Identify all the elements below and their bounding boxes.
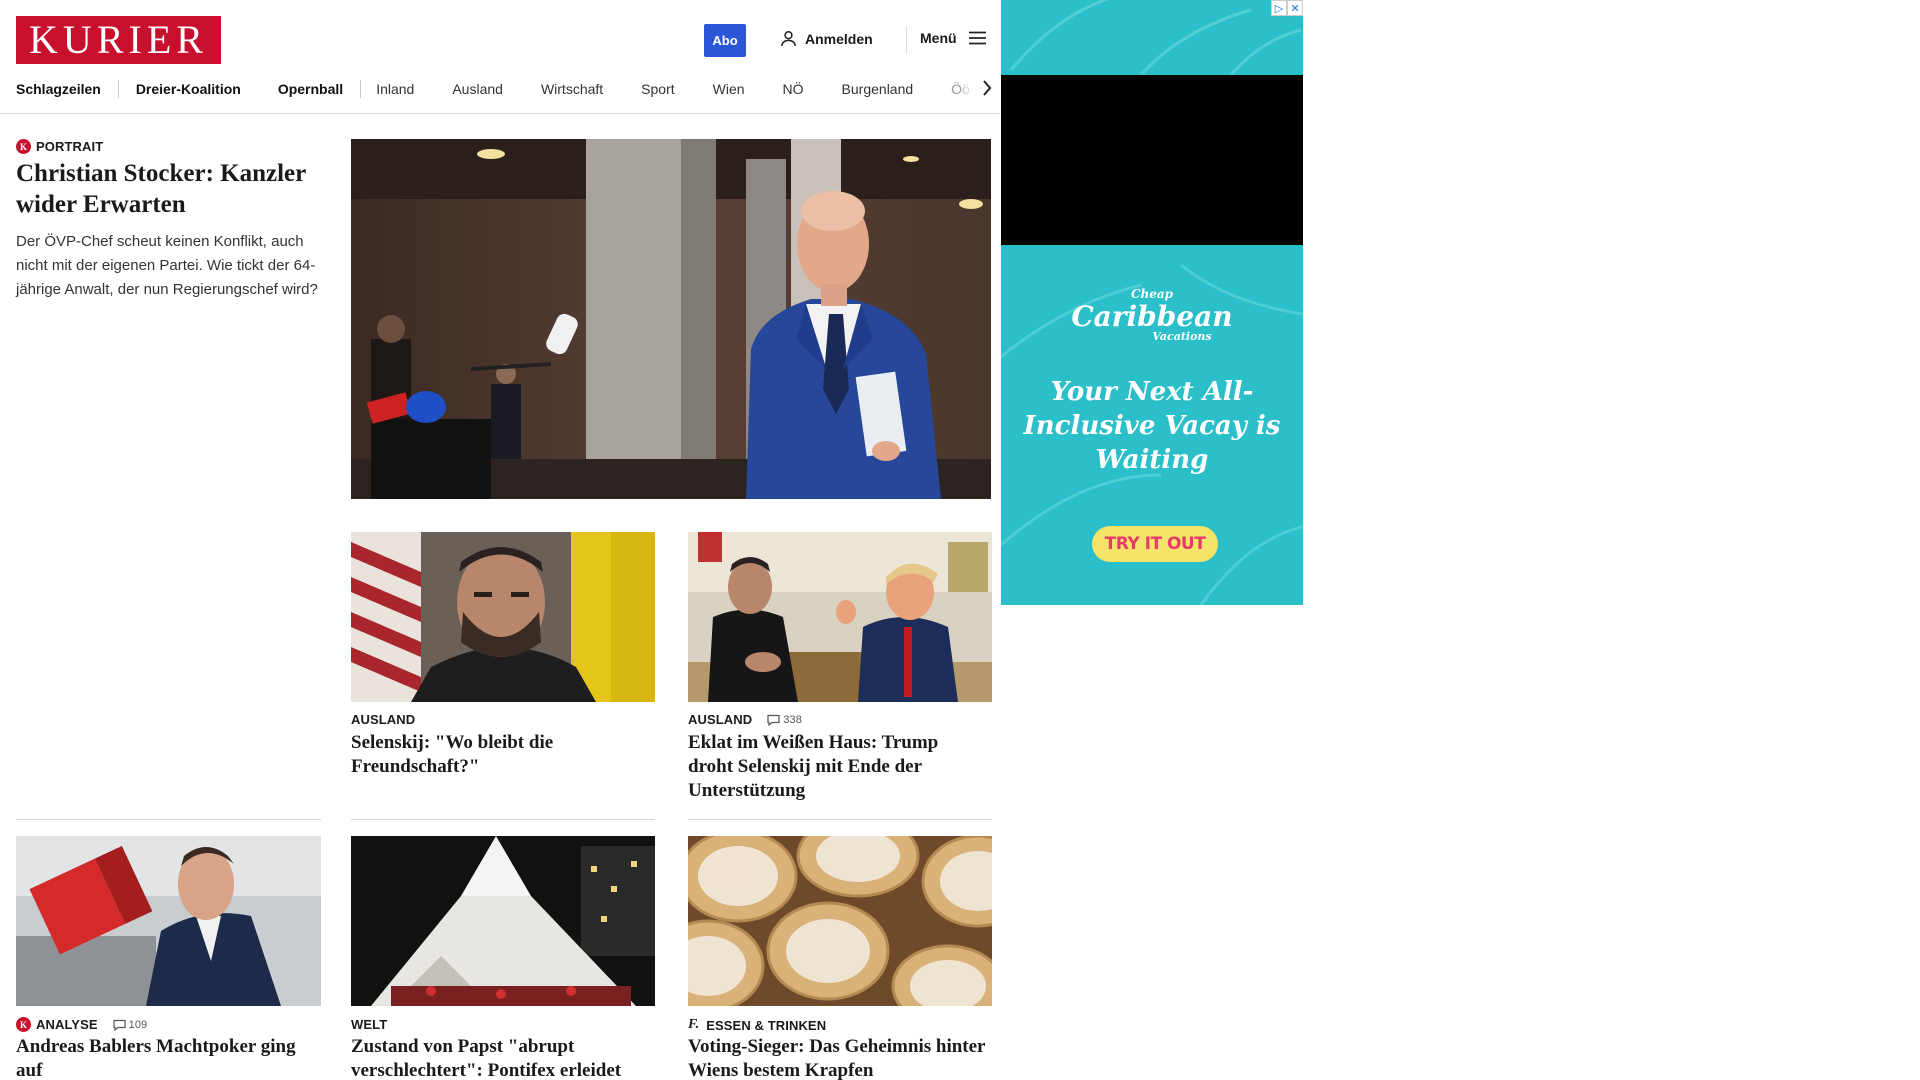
card-headline-1[interactable]: Eklat im Weißen Haus: Trump droht Selens… <box>688 731 988 803</box>
card-category: AUSLAND <box>351 712 416 727</box>
close-icon[interactable]: ✕ <box>1287 0 1303 16</box>
krapfen-photo <box>688 836 992 1006</box>
ad-cta-button[interactable]: TRY IT OUT <box>1092 526 1218 562</box>
abo-button[interactable]: Abo <box>704 24 746 57</box>
card-headline-2[interactable]: Andreas Bablers Machtpoker ging auf <box>16 1035 321 1080</box>
ad-controls: ▷ ✕ <box>1271 0 1303 16</box>
menu-label: Menü <box>920 30 957 46</box>
papst-vigil-photo <box>351 836 655 1006</box>
kurier-logo[interactable]: KURIER <box>16 16 221 64</box>
card-category: ESSEN & TRINKEN <box>706 1017 827 1033</box>
divider <box>351 819 655 820</box>
divider <box>688 819 992 820</box>
nav-item-sport[interactable]: Sport <box>641 81 674 97</box>
selenskij-photo <box>351 532 655 702</box>
login-label: Anmelden <box>805 30 873 47</box>
card-headline-3[interactable]: Zustand von Papst "abrupt verschlechtert… <box>351 1035 651 1080</box>
lead-teaser: Der ÖVP-Chef scheut keinen Konflikt, auc… <box>16 233 318 298</box>
ad-headline: Your Next All-Inclusive Vacay is Waiting <box>1023 377 1281 475</box>
adchoices-icon[interactable]: ▷ <box>1271 0 1287 16</box>
advertisement[interactable]: ▷ ✕ Cheap Caribbean Vacations Your Next … <box>1001 0 1303 605</box>
card-kicker-2[interactable]: K ANALYSE 109 <box>16 1017 147 1032</box>
nav-item-wien[interactable]: Wien <box>713 81 745 97</box>
comment-icon <box>113 1019 126 1031</box>
card-category: AUSLAND <box>688 712 753 727</box>
lead-image[interactable] <box>351 139 991 499</box>
lead-category: PORTRAIT <box>36 139 104 154</box>
site-header: KURIER Abo Anmelden Menü Schlagzeilen Dr… <box>0 0 1000 114</box>
nav-item-noe[interactable]: NÖ <box>783 81 804 97</box>
genuss-badge: f. <box>688 1017 700 1032</box>
menu-button[interactable]: Menü <box>920 30 986 46</box>
card-image-krapfen[interactable] <box>688 836 992 1006</box>
comment-count[interactable]: 338 <box>767 714 802 726</box>
chevron-right-icon <box>983 80 992 96</box>
nav-item-burgenland[interactable]: Burgenland <box>842 81 914 97</box>
card-category: WELT <box>351 1017 388 1032</box>
ad-brand-top: Cheap <box>1130 287 1174 301</box>
user-icon <box>781 31 796 47</box>
card-kicker-3[interactable]: WELT <box>351 1017 387 1032</box>
card-kicker-1[interactable]: AUSLAND 338 <box>688 712 802 727</box>
ad-video-area[interactable] <box>1001 75 1303 245</box>
ad-creative[interactable]: Cheap Caribbean Vacations Your Next All-… <box>1001 245 1303 605</box>
nav-item-schlagzeilen[interactable]: Schlagzeilen <box>16 81 101 97</box>
card-image-oval-office[interactable] <box>688 532 992 702</box>
oval-office-photo <box>688 532 992 702</box>
card-image-babler[interactable] <box>16 836 321 1006</box>
nav-item-opernball[interactable]: Opernball <box>278 81 343 97</box>
lead-headline[interactable]: Christian Stocker: Kanzler wider Erwarte… <box>16 158 316 220</box>
hamburger-icon <box>968 31 986 45</box>
nav-divider <box>360 80 362 98</box>
card-headline-0[interactable]: Selenskij: "Wo bleibt die Freundschaft?" <box>351 731 651 779</box>
card-kicker-0[interactable]: AUSLAND <box>351 712 415 727</box>
card-image-selenskij[interactable] <box>351 532 655 702</box>
ad-brand-sub: Vacations <box>1152 330 1212 343</box>
card-category: ANALYSE <box>36 1017 98 1032</box>
lead-kicker[interactable]: K PORTRAIT <box>16 139 103 154</box>
section-nav: Schlagzeilen Dreier-Koalition Opernball … <box>16 78 980 100</box>
card-kicker-4[interactable]: f. ESSEN & TRINKEN <box>688 1017 826 1033</box>
card-image-papst[interactable] <box>351 836 655 1006</box>
nav-item-wirtschaft[interactable]: Wirtschaft <box>541 81 603 97</box>
comment-count-value: 109 <box>128 1018 148 1031</box>
ad-brand-main: Caribbean <box>1071 300 1233 333</box>
nav-item-dreier-koalition[interactable]: Dreier-Koalition <box>136 81 241 97</box>
babler-photo <box>16 836 321 1006</box>
kurier-plus-badge: K <box>16 1017 31 1032</box>
nav-item-inland[interactable]: Inland <box>376 81 414 97</box>
divider <box>16 819 321 820</box>
comment-icon <box>767 714 780 726</box>
nav-divider <box>117 80 119 98</box>
card-headline-4[interactable]: Voting-Sieger: Das Geheimnis hinter Wien… <box>688 1035 988 1080</box>
nav-item-ausland[interactable]: Ausland <box>452 81 503 97</box>
ad-top-banner[interactable]: ▷ ✕ <box>1001 0 1303 75</box>
palm-leaf-pattern <box>1009 0 1302 75</box>
nav-scroll-right[interactable] <box>962 76 992 100</box>
comment-count-value: 338 <box>783 713 802 726</box>
stocker-photo <box>351 139 991 499</box>
header-divider <box>906 26 907 54</box>
kurier-plus-badge: K <box>16 139 31 154</box>
login-button[interactable]: Anmelden <box>780 30 873 47</box>
comment-count[interactable]: 109 <box>113 1019 148 1031</box>
